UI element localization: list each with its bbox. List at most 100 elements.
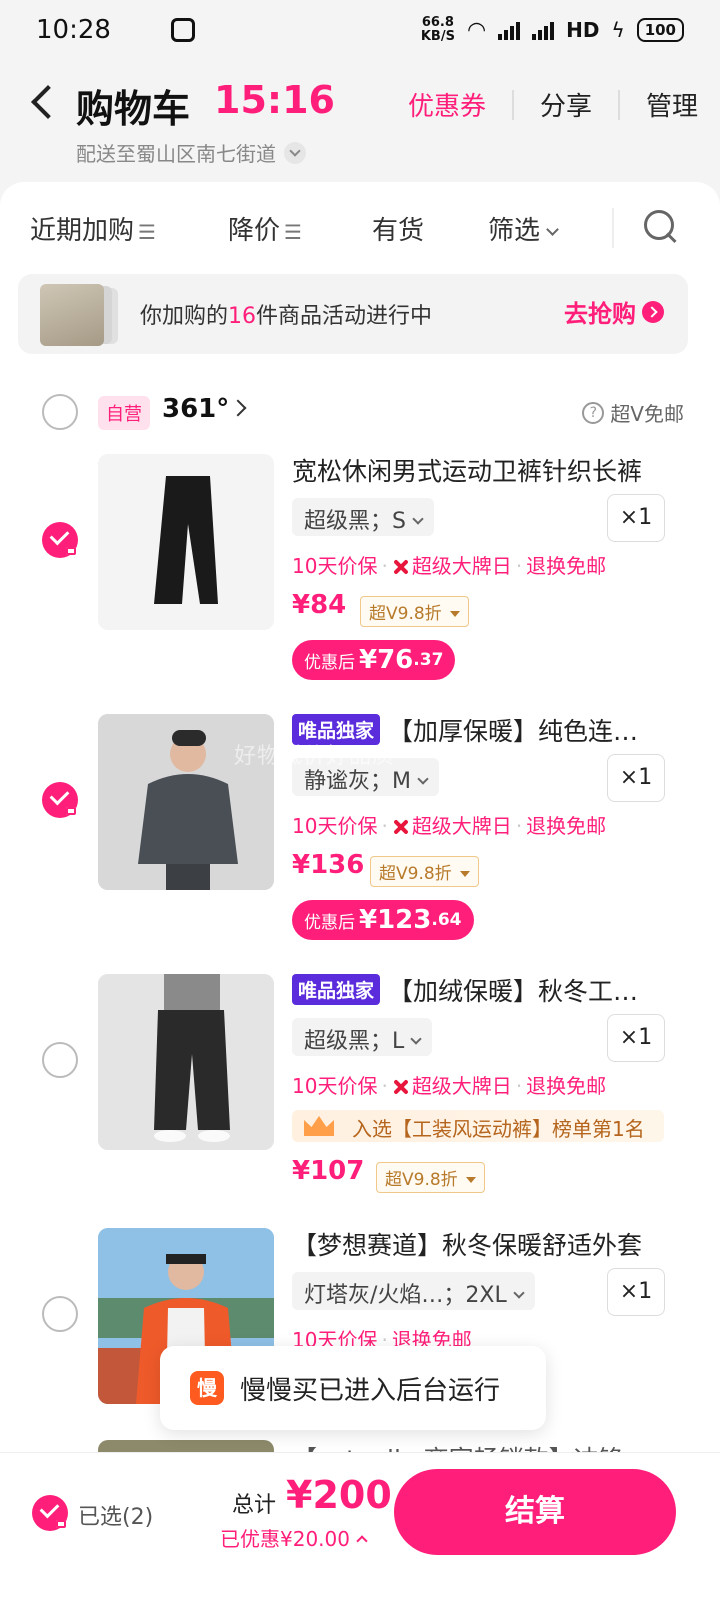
store-checkbox[interactable]	[42, 394, 78, 430]
dropdown-icon	[449, 611, 460, 617]
spec-selector[interactable]: 静谧灰；M	[292, 758, 439, 796]
sort-icon: ☰	[138, 220, 156, 244]
product-price: ¥107	[292, 1156, 365, 1186]
share-button[interactable]: 分享	[540, 86, 592, 123]
vip-discount[interactable]: 超V9.8折	[360, 596, 469, 627]
promo-cta-label: 去抢购	[564, 300, 636, 328]
status-indicators: 66.8 KB/S ◠ HD ϟ 100	[421, 16, 684, 44]
product-name[interactable]: 唯品独家【加厚保暖】纯色连帽羽绒服	[292, 712, 652, 748]
checkout-button[interactable]: 结算	[394, 1469, 676, 1555]
item-tags: 10天价保 · 超级大牌日 · 退换免邮	[292, 554, 607, 578]
product-image[interactable]	[98, 974, 274, 1150]
vip-discount[interactable]: 超V9.8折	[370, 856, 479, 887]
crown-icon	[304, 1116, 334, 1136]
item-checkbox[interactable]	[42, 1296, 78, 1332]
tab-price-drop-label: 降价	[228, 216, 281, 246]
battery-icon: 100	[636, 18, 684, 42]
coupon-button[interactable]: 优惠券	[408, 86, 486, 123]
dropdown-icon	[459, 871, 470, 877]
chevron-down-icon	[546, 223, 559, 236]
brand-day-icon	[392, 559, 408, 575]
total-label: 总计	[232, 1493, 277, 1518]
tab-filter[interactable]: 筛选	[488, 210, 559, 247]
help-icon: ?	[582, 401, 605, 424]
jacket-image	[98, 714, 274, 890]
search-icon[interactable]	[642, 208, 678, 244]
product-price: ¥136	[292, 850, 365, 880]
quantity-stepper[interactable]: ×1	[607, 494, 665, 542]
tab-in-stock[interactable]: 有货	[372, 210, 424, 247]
quantity-stepper[interactable]: ×1	[607, 754, 665, 802]
tab-recent-label: 近期加购	[30, 216, 135, 246]
back-icon[interactable]	[22, 82, 62, 122]
product-name[interactable]: 宽松休闲男式运动卫裤针织长裤	[292, 452, 652, 488]
brand-day-icon	[392, 819, 408, 835]
store-perk[interactable]: ? 超V免邮	[582, 398, 684, 427]
divider	[511, 89, 514, 120]
checkout-bar: 已选(2) 总计 ¥200 已优惠¥20.00 结算	[0, 1452, 720, 1600]
toast-text: 慢慢买已进入后台运行	[240, 1375, 501, 1406]
net-speed: 66.8 KB/S	[420, 15, 455, 44]
delivery-address[interactable]: 配送至蜀山区南七街道	[76, 138, 306, 167]
item-tags: 10天价保 · 超级大牌日 · 退换免邮	[292, 814, 607, 838]
after-discount-price: 优惠后 ¥123.64	[292, 900, 474, 940]
spec-selector[interactable]: 超级黑；L	[292, 1018, 433, 1056]
hd-label: HD	[566, 18, 600, 42]
chevron-down-icon	[412, 513, 424, 525]
sort-icon: ☰	[284, 220, 302, 244]
wifi-icon: ◠	[466, 17, 487, 43]
notification-icon	[170, 18, 195, 42]
promo-thumbnail	[40, 284, 104, 346]
promo-banner[interactable]: 你加购的16件商品活动进行中 去抢购	[18, 274, 688, 354]
tab-recent[interactable]: 近期加购 ☰	[30, 210, 156, 247]
background-toast: 慢 慢慢买已进入后台运行	[160, 1346, 546, 1430]
status-bar: 10:28 66.8 KB/S ◠ HD ϟ 100	[0, 0, 720, 60]
select-all-checkbox[interactable]	[32, 1495, 68, 1531]
quantity-stepper[interactable]: ×1	[607, 1014, 665, 1062]
product-name[interactable]: 【梦想赛道】秋冬保暖舒适外套	[292, 1226, 652, 1262]
item-tags: 10天价保 · 超级大牌日 · 退换免邮	[292, 1074, 607, 1098]
cart-header: 购物车 15:16 配送至蜀山区南七街道 优惠券 分享 管理	[0, 70, 720, 180]
dropdown-icon	[465, 1177, 476, 1183]
chevron-right-icon[interactable]	[229, 399, 247, 417]
product-image[interactable]	[98, 714, 274, 890]
product-name[interactable]: 唯品独家【加绒保暖】秋冬工装运动裤	[292, 972, 652, 1008]
store-row: 自营 361° ? 超V免邮	[0, 390, 720, 434]
app-icon: 慢	[190, 1371, 224, 1405]
signal-icon-2	[532, 20, 555, 40]
after-discount-price: 优惠后 ¥76.37	[292, 640, 456, 680]
promo-cta[interactable]: 去抢购	[564, 294, 664, 329]
spec-label: 超级黑；S	[304, 509, 406, 534]
self-operated-badge: 自营	[98, 396, 150, 430]
manage-button[interactable]: 管理	[646, 86, 698, 123]
quantity-stepper[interactable]: ×1	[607, 1268, 665, 1316]
signal-icon	[498, 20, 521, 40]
ranking-banner[interactable]: 入选【工装风运动裤】榜单第1名	[292, 1110, 664, 1142]
spec-selector[interactable]: 灯塔灰/火焰…；2XL	[292, 1272, 535, 1310]
tab-in-stock-label: 有货	[372, 216, 425, 246]
charging-icon: ϟ	[611, 18, 625, 42]
spec-label: 静谧灰；M	[304, 769, 411, 794]
total-price: ¥200	[286, 1473, 392, 1517]
divider	[617, 89, 620, 120]
filter-tabs: 近期加购 ☰ 降价 ☰ 有货 筛选	[0, 204, 720, 254]
discount-detail[interactable]: 已优惠¥20.00	[220, 1523, 368, 1552]
tab-price-drop[interactable]: 降价 ☰	[228, 210, 302, 247]
product-image[interactable]	[98, 454, 274, 630]
item-checkbox[interactable]	[42, 522, 78, 558]
divider	[612, 208, 614, 248]
vip-discount[interactable]: 超V9.8折	[376, 1162, 485, 1193]
countdown-timer: 15:16	[214, 78, 335, 122]
spec-selector[interactable]: 超级黑；S	[292, 498, 434, 536]
selected-count[interactable]: 已选(2)	[78, 1499, 153, 1531]
store-name[interactable]: 361°	[162, 394, 229, 424]
item-checkbox[interactable]	[42, 1042, 78, 1078]
tab-filter-label: 筛选	[488, 216, 541, 246]
page-title: 购物车	[76, 87, 191, 131]
product-price: ¥84	[292, 590, 347, 620]
status-time: 10:28	[36, 15, 111, 45]
spec-label: 超级黑；L	[304, 1029, 405, 1054]
item-checkbox[interactable]	[42, 782, 78, 818]
chevron-down-icon	[284, 141, 306, 164]
cargo-pants-image	[98, 974, 274, 1150]
